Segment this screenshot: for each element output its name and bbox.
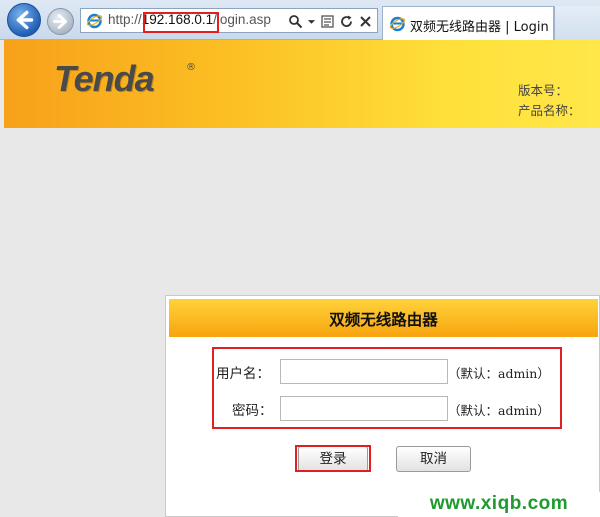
product-name-label: 产品名称： <box>518 103 581 118</box>
tab-strip <box>554 6 600 40</box>
login-button-highlight-box <box>295 445 371 472</box>
header-banner: Tenda ® 版本号： 产品名称： <box>4 40 600 128</box>
address-bar[interactable]: http://192.168.0.1/login.asp <box>80 8 378 33</box>
back-button[interactable] <box>7 3 41 37</box>
cancel-button[interactable]: 取消 <box>396 446 471 472</box>
tab-title: 双频无线路由器 | Login <box>410 20 549 35</box>
refresh-icon[interactable] <box>339 14 354 29</box>
tenda-logo: Tenda <box>54 58 155 99</box>
forward-button[interactable] <box>47 8 74 35</box>
stop-icon[interactable] <box>358 14 373 29</box>
version-info: 版本号： 产品名称： <box>518 81 581 121</box>
credentials-highlight-box <box>212 347 562 429</box>
forward-arrow-icon <box>53 14 67 29</box>
tab-login[interactable]: 双频无线路由器 | Login <box>382 6 554 40</box>
search-icon[interactable] <box>288 14 303 29</box>
browser-toolbar: http://192.168.0.1/login.asp 双频无线路由器 | L… <box>0 0 600 40</box>
url-highlight-box <box>143 12 219 33</box>
back-arrow-icon <box>16 10 34 30</box>
dropdown-icon[interactable] <box>307 14 316 29</box>
compat-view-icon[interactable] <box>320 14 335 29</box>
watermark: www.xiqb.com <box>398 492 600 517</box>
address-tools <box>288 11 373 31</box>
ie-logo-icon <box>86 13 103 29</box>
ie-logo-icon <box>389 16 406 32</box>
registered-mark: ® <box>186 62 196 73</box>
login-panel-header: 双频无线路由器 <box>169 299 598 337</box>
login-title: 双频无线路由器 <box>329 310 438 329</box>
version-label: 版本号： <box>518 83 569 98</box>
